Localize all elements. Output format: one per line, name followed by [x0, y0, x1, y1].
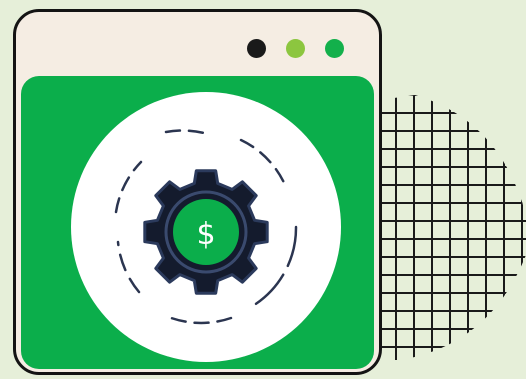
control-dot-lime[interactable] [286, 39, 305, 58]
gear-dollar-icon: $ [71, 92, 341, 362]
control-dot-green[interactable] [325, 39, 344, 58]
app-window: $ [13, 9, 382, 375]
window-content-panel: $ [21, 76, 374, 369]
control-dot-dark[interactable] [247, 39, 266, 58]
illustration: $ [0, 0, 526, 379]
dollar-sign: $ [196, 217, 215, 252]
window-titlebar [16, 12, 379, 76]
grid-pattern-decoration [360, 95, 526, 360]
